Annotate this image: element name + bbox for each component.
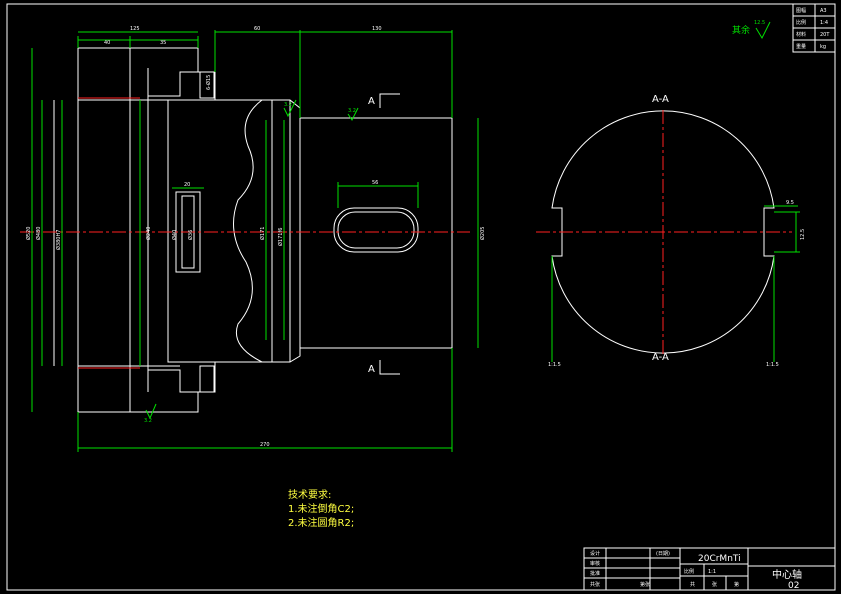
tb-approve: 批准 [590,570,600,577]
main-view [20,47,470,413]
cut-label-top: A [368,96,375,107]
tb-check: 审核 [590,560,600,567]
top-right-table: 图幅 A3 比例 1:4 材料 20T 重量 kg [792,3,836,53]
dim-60: 60 [254,26,260,32]
section-title-bottom: A-A [652,352,669,363]
tr-value-3: 20T [820,32,830,38]
tb-part-name: 中心轴 [772,568,802,581]
tb-date: (日期) [656,551,670,557]
dim-bore-b: Ø480 [35,227,42,240]
dim-sec-left: 1:1.5 [548,362,561,368]
dim-hub: Ø240 [145,227,152,240]
dim-side-holes: 6-Ø15 [205,75,212,90]
dim-40: 40 [104,40,110,46]
tb-sheet-of: 第张 [640,581,650,588]
dim-key-h: 12.5 [800,229,806,240]
dim-key-w: 9.5 [786,200,794,206]
roughness-c: 3.2 [144,418,152,424]
tr-label-2: 比例 [796,19,806,26]
roughness-marks: 3.2 3.2 3.2 其余 12.5 [144,20,771,424]
tb-footer-a: 共 [690,581,695,588]
tr-value-4: kg [820,44,826,50]
tb-sheet: 共张 [590,581,600,588]
dim-neck: Ø171 [259,227,266,240]
dim-keyhole-w: 20 [184,182,190,188]
dim-sec-right: 1:1.5 [766,362,779,368]
dim-270: 270 [260,442,270,448]
dim-keyhole-d1: Ø40 [171,230,178,240]
tr-label-1: 图幅 [796,7,806,14]
title-block: 设计 审核 批准 (日期) 共张 第张 20CrMnTi 比例 1:1 共 张 … [583,547,836,591]
notes-line-1: 1.未注倒角C2; [288,502,354,515]
roughness-rest: 其余 [732,24,750,36]
dim-keyhole-d2: Ø36 [187,230,194,240]
section-view-aa: A-A A-A 9.5 12.5 1:1.5 1:1.5 [536,94,806,368]
roughness-rest-value: 12.5 [754,20,765,26]
dim-bore-a: Ø520 [25,227,32,240]
technical-notes: 技术要求: 1.未注倒角C2; 2.未注圆角R2; [288,488,354,529]
section-cut-markers: A A [368,93,400,375]
dim-neck-f6: Ø171f6 [277,228,284,246]
roughness-b: 3.2 [348,108,356,114]
tb-design: 设计 [590,550,600,557]
tr-value-2: 1:4 [820,20,828,26]
dim-35: 35 [160,40,166,46]
flange-hatch-upper [77,47,199,101]
tb-scale-label: 比例 [684,568,694,575]
dim-shaft: Ø205 [479,227,486,240]
roughness-a: 3.2 [284,102,292,108]
cut-label-bottom: A [368,364,375,375]
tr-label-4: 重量 [796,43,806,50]
section-title: A-A [652,94,669,105]
dim-56: 56 [372,180,378,186]
tb-part-number: 02 [788,581,799,591]
notes-title: 技术要求: [288,488,331,501]
tb-scale: 1:1 [708,569,716,575]
tr-value-1: A3 [820,8,827,14]
dim-125: 125 [130,26,140,32]
dim-bore-c: Ø380H7 [55,230,62,250]
tb-material: 20CrMnTi [698,554,741,564]
dim-130: 130 [372,26,382,32]
drawing-frame [6,3,836,591]
tr-label-3: 材料 [796,31,806,38]
tb-footer-c: 第 [734,581,739,588]
flange-hatch-lower [77,365,199,413]
tb-footer-b: 张 [712,581,717,588]
drawing-sheet: 40 35 125 60 130 270 56 20 Ø520 Ø480 Ø38… [6,3,836,591]
notes-line-2: 2.未注圆角R2; [288,516,354,529]
